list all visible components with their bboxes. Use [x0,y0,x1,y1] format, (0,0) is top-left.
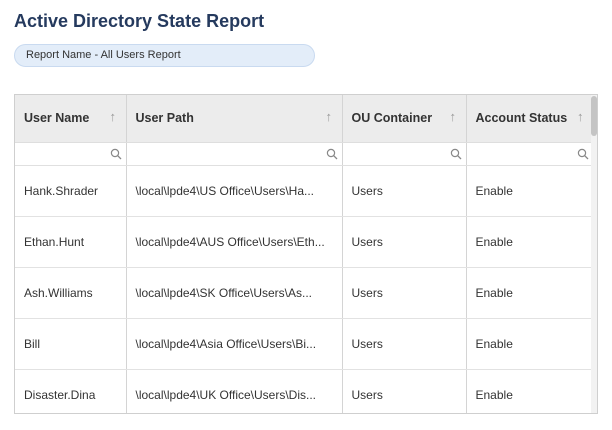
account-status-filter-input[interactable] [466,143,593,164]
report-name-badge: Report Name - All Users Report [14,44,315,67]
column-header-ou-container[interactable]: OU Container ↑ [342,95,467,143]
user-name-cell: Disaster.Dina [15,369,127,413]
arrow-up-icon[interactable]: ↑ [110,110,120,124]
user-name-cell: Ethan.Hunt [15,216,127,268]
filter-cell [126,142,343,166]
page-title: Active Directory State Report [14,11,265,31]
user-path-cell: \local\lpde4\UK Office\Users\Dis... [126,369,343,413]
table-row[interactable]: Ethan.Hunt \local\lpde4\AUS Office\Users… [15,216,594,268]
scrollbar-thumb[interactable] [591,96,597,136]
table-row[interactable]: Disaster.Dina \local\lpde4\UK Office\Use… [15,369,594,413]
search-icon[interactable] [326,148,338,160]
ou-container-filter-input[interactable] [342,143,466,164]
user-path-filter-input[interactable] [126,143,342,164]
arrow-up-icon[interactable]: ↑ [326,110,336,124]
account-status-cell: Enable [466,165,594,217]
search-icon[interactable] [450,148,462,160]
user-path-cell: \local\lpde4\US Office\Users\Ha... [126,165,343,217]
search-icon[interactable] [110,148,122,160]
ou-container-cell: Users [342,318,467,370]
user-name-cell: Hank.Shrader [15,165,127,217]
column-header-user-name[interactable]: User Name ↑ [15,95,127,143]
filter-row [15,142,594,166]
user-path-cell: \local\lpde4\SK Office\Users\As... [126,267,343,319]
account-status-cell: Enable [466,369,594,413]
ou-container-cell: Users [342,165,467,217]
filter-cell [15,142,127,166]
users-table: User Name ↑ User Path ↑ OU Container ↑ A… [15,95,594,413]
account-status-cell: Enable [466,318,594,370]
filter-cell [342,142,467,166]
column-header-account-status[interactable]: Account Status ↑ [466,95,593,143]
table-row[interactable]: Ash.Williams \local\lpde4\SK Office\User… [15,267,594,319]
filter-cell [466,142,594,166]
user-path-cell: \local\lpde4\AUS Office\Users\Eth... [126,216,343,268]
user-name-cell: Ash.Williams [15,267,127,319]
arrow-up-icon[interactable]: ↑ [577,110,587,124]
column-header-label: User Path [135,111,194,126]
table-row[interactable]: Bill \local\lpde4\Asia Office\Users\Bi..… [15,318,594,370]
user-name-cell: Bill [15,318,127,370]
table-row[interactable]: Hank.Shrader \local\lpde4\US Office\User… [15,165,594,217]
users-grid: User Name ↑ User Path ↑ OU Container ↑ A… [14,94,598,414]
column-header-label: OU Container [351,111,433,126]
account-status-cell: Enable [466,267,594,319]
vertical-scrollbar[interactable] [591,95,597,413]
ou-container-cell: Users [342,369,467,413]
ou-container-cell: Users [342,216,467,268]
column-header-label: User Name [24,111,90,126]
column-header-label: Account Status [475,111,568,126]
search-icon[interactable] [577,148,589,160]
user-path-cell: \local\lpde4\Asia Office\Users\Bi... [126,318,343,370]
ou-container-cell: Users [342,267,467,319]
header-row: User Name ↑ User Path ↑ OU Container ↑ A… [15,95,593,143]
arrow-up-icon[interactable]: ↑ [450,110,460,124]
column-header-user-path[interactable]: User Path ↑ [126,95,343,143]
account-status-cell: Enable [466,216,594,268]
